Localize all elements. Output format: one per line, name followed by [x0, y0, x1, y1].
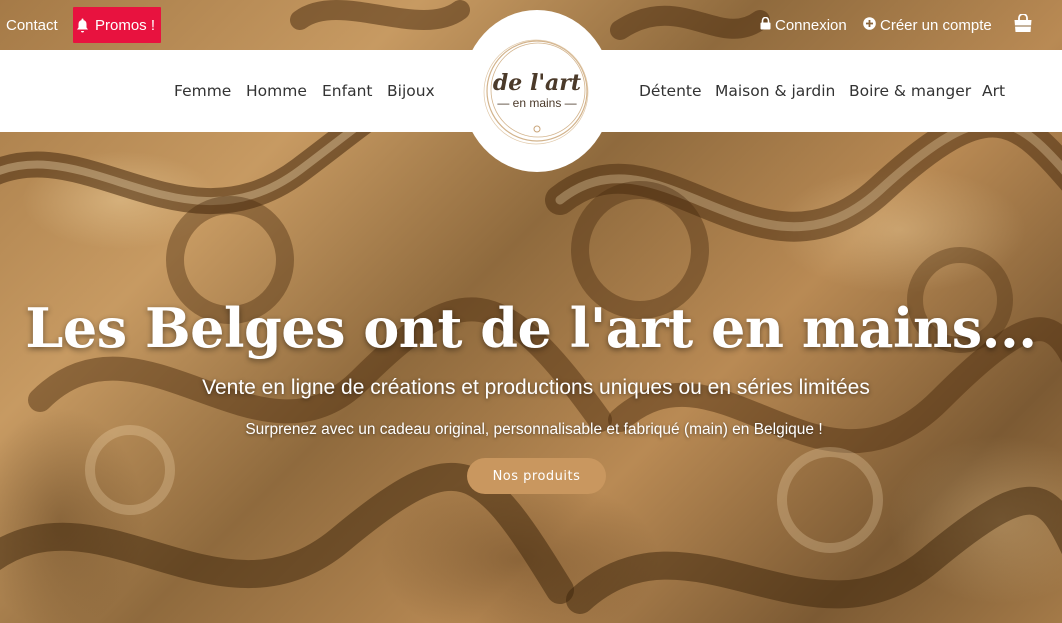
lock-icon	[760, 16, 771, 34]
promos-button[interactable]: Promos !	[73, 7, 162, 43]
nav-item-bijoux[interactable]: Bijoux	[387, 50, 435, 132]
our-products-button[interactable]: Nos produits	[467, 458, 606, 494]
signup-link[interactable]: Créer un compte	[863, 0, 992, 50]
logo-subtitle: — en mains —	[497, 96, 577, 110]
nav-item-homme[interactable]: Homme	[246, 50, 307, 132]
nav-item-detente[interactable]: Détente	[639, 50, 702, 132]
nav-item-boire-manger[interactable]: Boire & manger	[849, 50, 971, 132]
hero-subtitle: Vente en ligne de créations et productio…	[202, 376, 870, 399]
login-label: Connexion	[775, 16, 847, 34]
promos-label: Promos !	[95, 16, 156, 34]
contact-link[interactable]: Contact	[6, 0, 58, 50]
contact-label: Contact	[6, 16, 58, 34]
site-logo[interactable]: de l'art — en mains —	[462, 10, 612, 172]
nav-item-enfant[interactable]: Enfant	[322, 50, 372, 132]
cart-button[interactable]	[1013, 0, 1033, 50]
logo-title: de l'art	[492, 70, 582, 96]
nav-item-maison-jardin[interactable]: Maison & jardin	[715, 50, 835, 132]
nav-item-femme[interactable]: Femme	[174, 50, 231, 132]
bell-icon	[73, 18, 91, 33]
nav-item-art[interactable]: Art	[982, 50, 1005, 132]
login-link[interactable]: Connexion	[760, 0, 847, 50]
shopping-bag-icon	[1013, 12, 1033, 37]
hero-title: Les Belges ont de l'art en mains...	[25, 296, 1037, 360]
logo-badge: de l'art — en mains —	[482, 36, 592, 146]
hero-tagline: Surprenez avec un cadeau original, perso…	[245, 421, 823, 438]
plus-circle-icon	[863, 16, 876, 34]
signup-label: Créer un compte	[880, 16, 992, 34]
